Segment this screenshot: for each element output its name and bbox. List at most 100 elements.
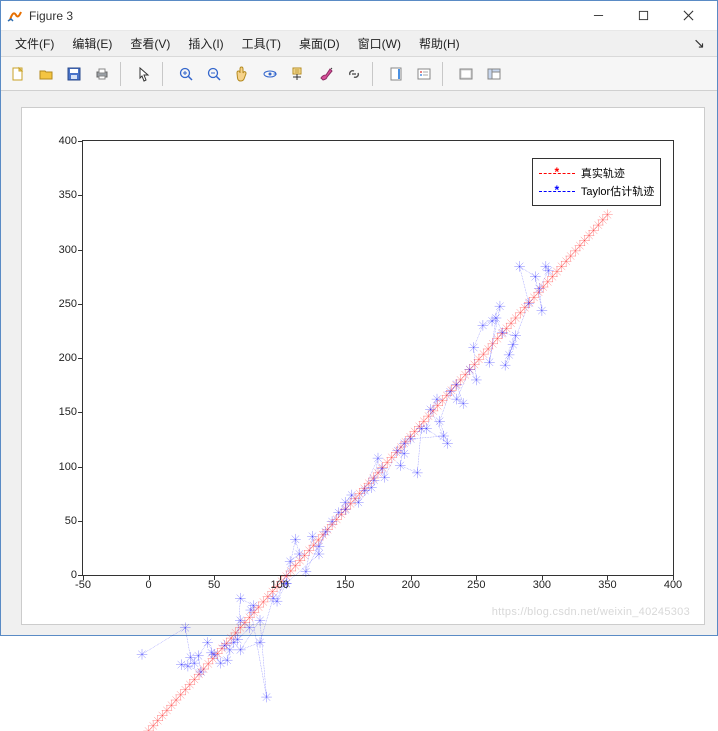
series-marker <box>382 457 393 468</box>
series-marker <box>346 490 357 501</box>
series-marker <box>510 313 521 324</box>
series-marker <box>455 375 466 386</box>
new-figure-button[interactable] <box>5 61 31 87</box>
close-button[interactable] <box>666 2 711 30</box>
series-marker <box>301 566 312 577</box>
menu-file[interactable]: 文件(F) <box>7 32 62 55</box>
series-marker <box>537 305 548 316</box>
brush-button[interactable] <box>313 61 339 87</box>
series-marker <box>373 468 384 479</box>
matlab-logo-icon <box>7 8 23 24</box>
series-marker <box>386 452 397 463</box>
series-marker <box>584 230 595 241</box>
print-button[interactable] <box>89 61 115 87</box>
series-marker <box>419 416 430 427</box>
series-marker <box>530 271 541 282</box>
colorbar-button[interactable] <box>383 61 409 87</box>
series-marker <box>246 605 257 616</box>
series-marker <box>414 421 425 432</box>
series-marker <box>235 615 246 626</box>
series-marker <box>272 596 283 607</box>
series-marker <box>202 637 213 648</box>
zoom-in-button[interactable] <box>173 61 199 87</box>
x-tick-label: 150 <box>336 579 354 591</box>
series-marker <box>143 726 154 731</box>
legend-box[interactable]: * 真实轨迹 * Taylor估计轨迹 <box>532 158 661 206</box>
rotate-3d-button[interactable] <box>257 61 283 87</box>
chart-svg <box>83 141 673 731</box>
series-marker <box>183 661 194 672</box>
series-marker <box>185 679 196 690</box>
dock-figure-button[interactable] <box>481 61 507 87</box>
zoom-out-button[interactable] <box>201 61 227 87</box>
series-marker <box>552 266 563 277</box>
series-marker <box>206 648 217 659</box>
plot-area[interactable]: * 真实轨迹 * Taylor估计轨迹 -5005010015020025030… <box>82 140 674 576</box>
pointer-button[interactable] <box>131 61 157 87</box>
series-marker <box>458 398 469 409</box>
toolbar-sep <box>442 62 448 86</box>
menu-insert[interactable]: 插入(I) <box>180 32 231 55</box>
series-marker <box>514 261 525 272</box>
menu-help[interactable]: 帮助(H) <box>411 32 468 55</box>
hide-plot-tools-button[interactable] <box>453 61 479 87</box>
y-tick-label: 400 <box>59 135 77 147</box>
minimize-button[interactable] <box>576 2 621 30</box>
legend-button[interactable] <box>411 61 437 87</box>
toolbar-sep <box>372 62 378 86</box>
series-marker <box>318 530 329 541</box>
series-marker <box>327 516 338 527</box>
series-marker <box>193 650 204 661</box>
legend-sample-true: * <box>539 168 575 178</box>
series-marker <box>523 298 534 309</box>
y-tick <box>78 412 83 413</box>
series-marker <box>222 655 233 666</box>
open-button[interactable] <box>33 61 59 87</box>
series-marker <box>148 721 159 731</box>
series-marker <box>504 350 515 361</box>
toolbar-sep <box>162 62 168 86</box>
axes-panel[interactable]: * 真实轨迹 * Taylor估计轨迹 -5005010015020025030… <box>21 107 705 625</box>
series-marker <box>255 637 266 648</box>
series-marker <box>379 472 390 483</box>
series-marker <box>425 404 436 415</box>
series-marker <box>487 339 498 350</box>
menu-window[interactable]: 窗口(W) <box>350 32 409 55</box>
series-marker <box>258 597 269 608</box>
titlebar[interactable]: Figure 3 <box>1 1 717 31</box>
series-marker <box>602 209 613 220</box>
maximize-button[interactable] <box>621 2 666 30</box>
series-marker <box>196 667 207 678</box>
legend-entry-taylor[interactable]: * Taylor估计轨迹 <box>539 183 654 199</box>
series-marker <box>500 360 511 371</box>
menu-edit[interactable]: 编辑(E) <box>64 32 120 55</box>
menu-tools[interactable]: 工具(T) <box>234 32 289 55</box>
watermark-text: https://blog.csdn.net/weixin_40245303 <box>492 606 690 618</box>
series-marker <box>261 692 272 703</box>
link-plot-button[interactable] <box>341 61 367 87</box>
data-cursor-button[interactable] <box>285 61 311 87</box>
dock-toggle-icon[interactable]: ↘ <box>687 35 711 52</box>
series-marker <box>171 695 182 706</box>
save-button[interactable] <box>61 61 87 87</box>
toolbar-sep <box>120 62 126 86</box>
menu-view[interactable]: 查看(V) <box>122 32 178 55</box>
pan-button[interactable] <box>229 61 255 87</box>
series-marker <box>565 251 576 262</box>
menu-desktop[interactable]: 桌面(D) <box>291 32 348 55</box>
series-marker <box>162 705 173 716</box>
series-marker <box>468 342 479 353</box>
series-marker <box>399 448 410 459</box>
y-tick-label: 200 <box>59 352 77 364</box>
series-marker <box>314 541 325 552</box>
x-tick-label: 100 <box>270 579 288 591</box>
series-marker <box>189 674 200 685</box>
legend-entry-true[interactable]: * 真实轨迹 <box>539 165 654 181</box>
series-marker <box>244 612 255 623</box>
series-marker <box>176 659 187 670</box>
series-marker <box>451 394 462 405</box>
series-marker <box>152 715 163 726</box>
y-tick-label: 300 <box>59 244 77 256</box>
series-marker <box>405 434 416 445</box>
y-tick-label: 0 <box>71 569 77 581</box>
